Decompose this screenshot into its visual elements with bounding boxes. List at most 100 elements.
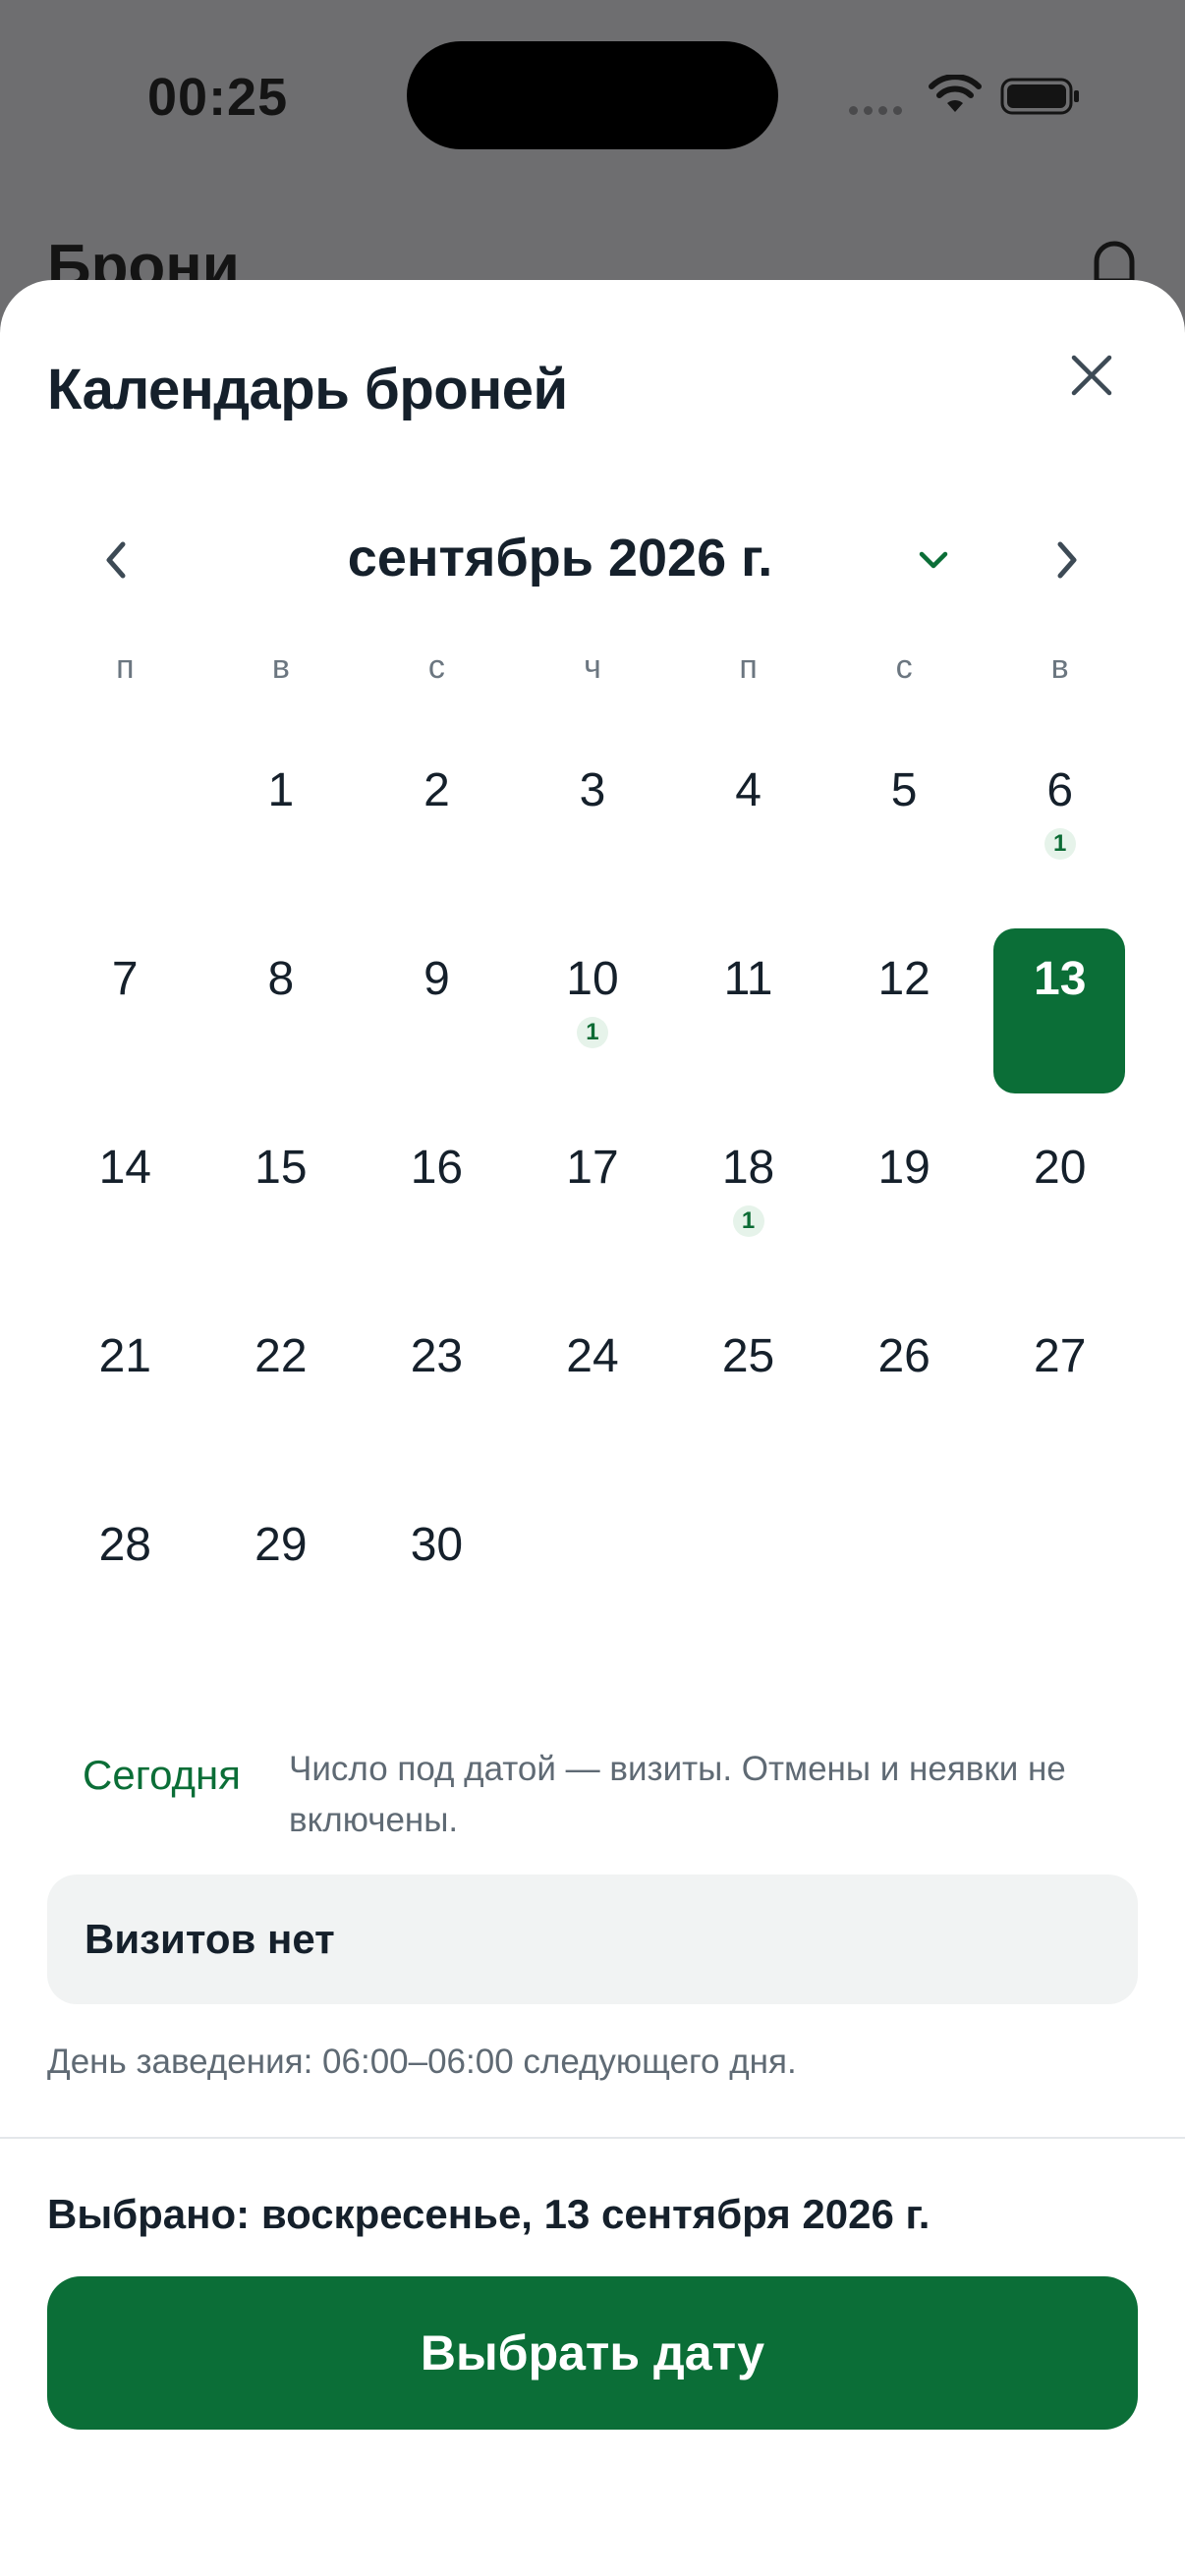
weekday-label: с: [427, 648, 445, 686]
weekday-label: в: [271, 648, 290, 686]
day-cell[interactable]: 8: [203, 919, 360, 1107]
chevron-left-icon: [106, 541, 126, 579]
close-button[interactable]: [1057, 341, 1126, 410]
day-number: 13: [1034, 953, 1087, 1005]
day-cell[interactable]: 61: [982, 730, 1138, 919]
selected-date-text: Выбрано: воскресенье, 13 сентября 2026 г…: [47, 2191, 931, 2237]
day-number: 22: [254, 1330, 308, 1382]
status-bar: 00:25: [0, 0, 1185, 196]
day-cell[interactable]: 18 1: [670, 1107, 826, 1296]
day-cell[interactable]: 24: [515, 1296, 671, 1484]
day-number: 7: [111, 953, 139, 1005]
calendar-sheet: Календарь броней сентябрь 2026 г. п в с …: [0, 280, 1185, 2576]
day-number: 1: [267, 764, 295, 816]
month-navigation: сентябрь 2026 г.: [0, 501, 1185, 619]
chevron-down-icon: [919, 551, 948, 569]
day-number: 8: [267, 953, 295, 1005]
day-number: 30: [410, 1519, 464, 1571]
day-cell[interactable]: 28: [47, 1484, 203, 1673]
previous-month-button[interactable]: [77, 521, 155, 599]
day-cell[interactable]: 29: [203, 1484, 360, 1673]
screen: 00:25 Брони Календарь броней сентябрь 20…: [0, 0, 1185, 2576]
day-cell[interactable]: 4: [670, 730, 826, 919]
day-cell[interactable]: 30: [359, 1484, 515, 1673]
day-cell[interactable]: 9: [359, 919, 515, 1107]
day-cell[interactable]: 1: [203, 730, 360, 919]
day-number: 11: [723, 953, 773, 1005]
day-number: 6: [1046, 764, 1074, 816]
day-cell[interactable]: 11: [670, 919, 826, 1107]
day-number: 3: [579, 764, 606, 816]
visit-count-badge: 1: [576, 1017, 608, 1048]
day-number: 25: [721, 1330, 775, 1382]
day-cell[interactable]: 16: [359, 1107, 515, 1296]
day-number: 28: [98, 1519, 151, 1571]
weekday-label: п: [116, 648, 135, 686]
day-cell[interactable]: 22: [203, 1296, 360, 1484]
day-cell[interactable]: 14: [47, 1107, 203, 1296]
day-cell[interactable]: 10 1: [515, 919, 671, 1107]
day-number: 27: [1034, 1330, 1087, 1382]
visits-summary: Визитов нет: [47, 1875, 1138, 2004]
day-cell[interactable]: 25: [670, 1296, 826, 1484]
day-cell[interactable]: 2: [359, 730, 515, 919]
day-cell[interactable]: 20: [982, 1107, 1138, 1296]
divider: [0, 2137, 1185, 2139]
status-time: 00:25: [147, 68, 289, 127]
day-number: 5: [890, 764, 918, 816]
day-cell[interactable]: 19: [826, 1107, 983, 1296]
close-icon: [1071, 355, 1112, 396]
empty-day-cell: [47, 730, 203, 919]
day-cell[interactable]: 17: [515, 1107, 671, 1296]
day-number: 26: [877, 1330, 931, 1382]
day-number: 29: [254, 1519, 308, 1571]
day-number: 21: [98, 1330, 151, 1382]
day-number: 23: [410, 1330, 464, 1382]
battery-icon: [1000, 78, 1079, 115]
day-number: 20: [1034, 1142, 1087, 1194]
day-number: 17: [566, 1142, 619, 1194]
day-cell[interactable]: 21: [47, 1296, 203, 1484]
legend-text: Число под датой — визиты. Отмены и неявк…: [289, 1750, 1066, 1839]
day-cell[interactable]: 12: [826, 919, 983, 1107]
day-cell[interactable]: 7: [47, 919, 203, 1107]
day-number: 12: [877, 953, 931, 1005]
day-cell-selected[interactable]: 13: [982, 919, 1138, 1107]
calendar-grid: 1 2 3 4 5 6 1 7 8 9 10 1 11 12 13 14 15 16 17 18 1 19 20 21 22 23…: [47, 730, 1138, 1673]
chevron-right-icon: [1057, 541, 1077, 579]
day-number: 16: [410, 1142, 464, 1194]
sheet-title: Календарь броней: [47, 358, 568, 421]
day-number: 24: [566, 1330, 619, 1382]
day-number: 19: [877, 1142, 931, 1194]
day-number: 14: [98, 1142, 151, 1194]
weekday-label: ч: [584, 648, 601, 686]
dynamic-island: [407, 41, 778, 149]
next-month-button[interactable]: [1028, 521, 1106, 599]
month-dropdown-button[interactable]: [894, 521, 973, 599]
day-cell[interactable]: 23: [359, 1296, 515, 1484]
day-cell[interactable]: 27: [982, 1296, 1138, 1484]
today-button[interactable]: Сегодня: [83, 1752, 241, 1799]
month-label[interactable]: сентябрь 2026 г.: [255, 519, 865, 597]
day-cell[interactable]: 26: [826, 1296, 983, 1484]
visit-count-badge: 1: [732, 1205, 764, 1237]
select-date-button[interactable]: Выбрать дату: [47, 2276, 1138, 2430]
day-cell[interactable]: 5: [826, 730, 983, 919]
day-number: 9: [423, 953, 450, 1005]
weekday-label: в: [1050, 648, 1069, 686]
visits-summary-text: Визитов нет: [85, 1916, 335, 1962]
day-number: 18: [721, 1142, 775, 1194]
weekday-header: п в с ч п с в: [47, 648, 1138, 707]
day-number: 15: [254, 1142, 308, 1194]
weekday-label: п: [739, 648, 758, 686]
day-number: 2: [423, 764, 450, 816]
cellular-signal-icon: [849, 102, 908, 120]
day-number: 4: [735, 764, 762, 816]
day-number: 10: [566, 953, 619, 1005]
wifi-icon: [929, 75, 982, 112]
weekday-label: с: [895, 648, 913, 686]
day-cell[interactable]: 15: [203, 1107, 360, 1296]
business-day-note: День заведения: 06:00–06:00 следующего д…: [47, 2043, 797, 2081]
day-cell[interactable]: 3: [515, 730, 671, 919]
visit-count-badge: 1: [1044, 828, 1076, 860]
